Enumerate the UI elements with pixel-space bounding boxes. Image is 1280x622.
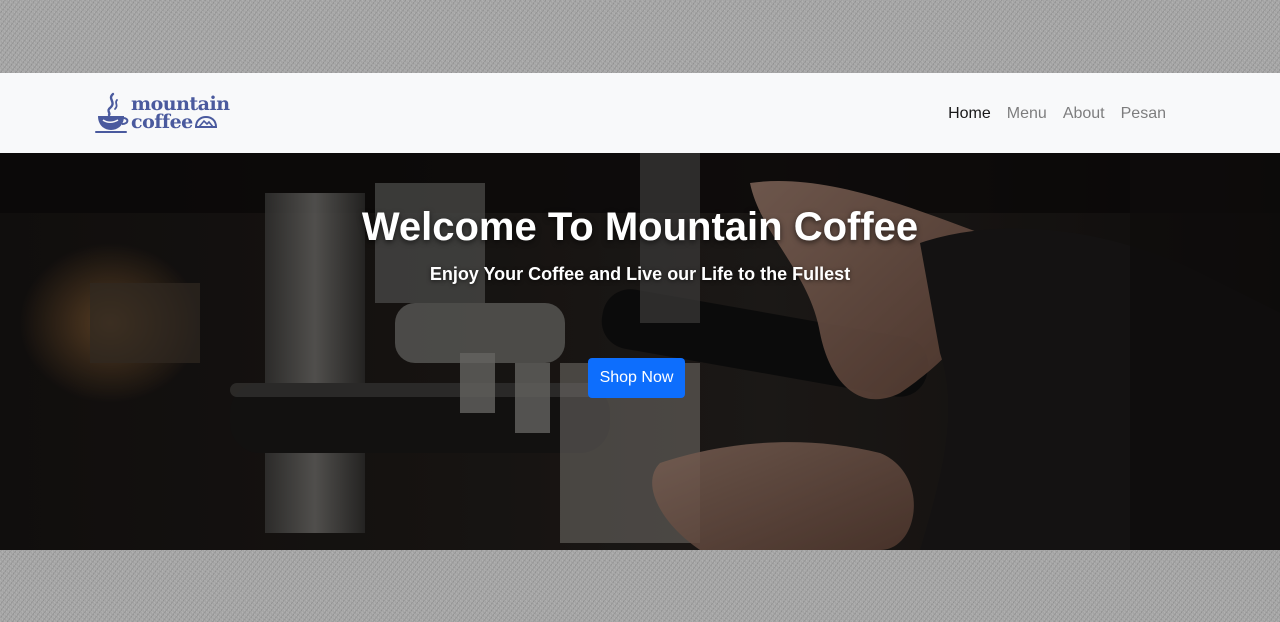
nav-item-about[interactable]: About — [1055, 97, 1113, 130]
nav-menu: Home Menu About Pesan — [940, 73, 1174, 153]
nav-item-menu[interactable]: Menu — [999, 97, 1055, 130]
brand-name-line2: coffee — [131, 111, 193, 133]
page-backdrop-top — [0, 0, 1280, 73]
navbar: mountain coffee Home Menu About Pesan — [0, 73, 1280, 153]
mountain-icon — [194, 115, 217, 128]
hero-content: Welcome To Mountain Coffee Enjoy Your Co… — [0, 153, 1280, 550]
hero-section: Welcome To Mountain Coffee Enjoy Your Co… — [0, 153, 1280, 550]
coffee-cup-icon — [95, 92, 129, 133]
nav-item-pesan[interactable]: Pesan — [1113, 97, 1174, 130]
page-backdrop-bottom — [0, 550, 1280, 622]
brand-logo[interactable]: mountain coffee — [95, 91, 230, 135]
shop-now-button[interactable]: Shop Now — [588, 358, 685, 398]
hero-title: Welcome To Mountain Coffee — [361, 205, 919, 249]
nav-item-home[interactable]: Home — [940, 97, 999, 130]
hero-subtitle: Enjoy Your Coffee and Live our Life to t… — [429, 264, 851, 284]
